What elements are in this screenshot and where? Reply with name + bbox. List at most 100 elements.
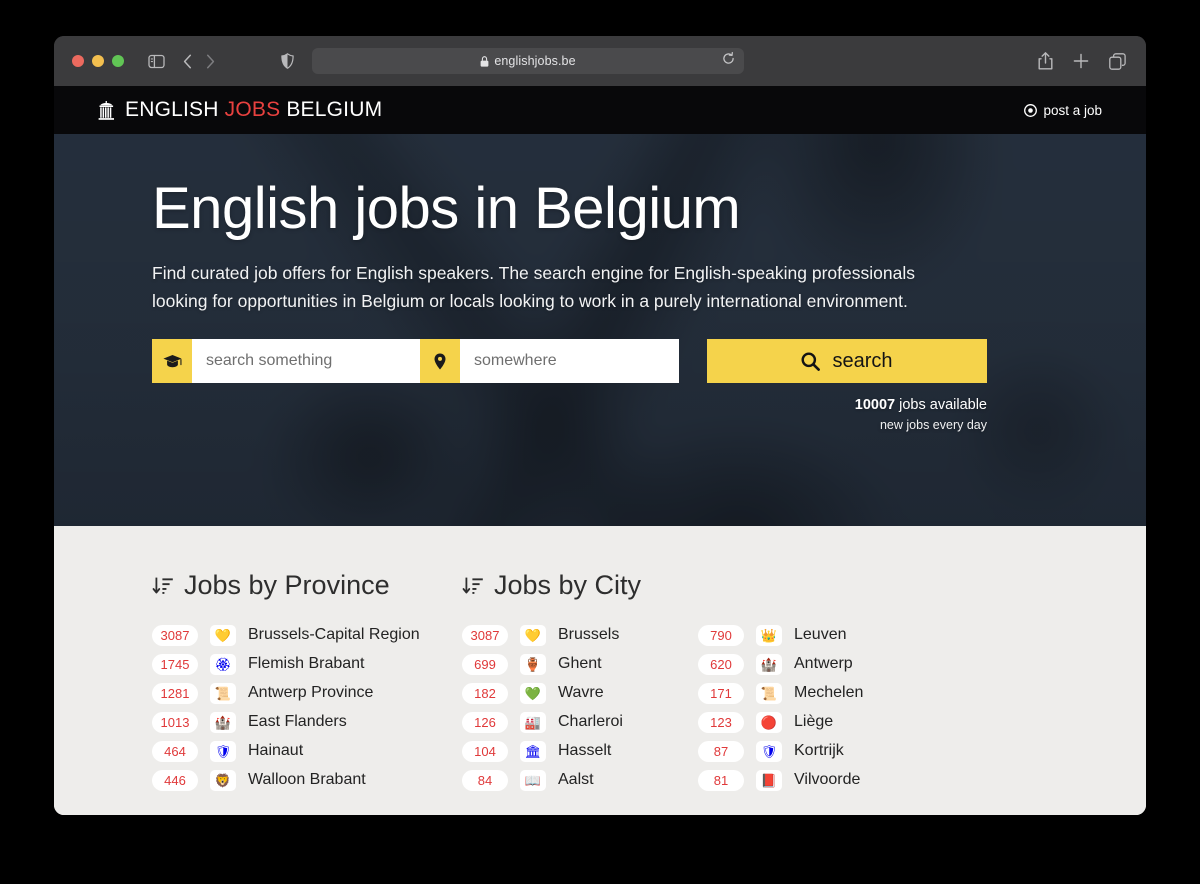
job-count-badge: 87 [698, 740, 744, 762]
job-count-badge: 790 [698, 624, 744, 646]
place-crest-icon: 📖 [520, 769, 546, 791]
site-logo-link[interactable]: ENGLISH JOBS BELGIUM [98, 98, 382, 122]
place-crest-icon: 📜 [756, 682, 782, 704]
province-list: 3087 💛 Brussels-Capital Region 1745 🏵 Flemish… [152, 623, 462, 792]
list-item[interactable]: 446 🦁 Walloon Brabant [152, 768, 462, 792]
job-count-badge: 104 [462, 740, 508, 762]
list-item[interactable]: 104 🏛 Hasselt [462, 739, 698, 763]
place-crest-icon: 📜 [210, 682, 236, 704]
heading-province-label: Jobs by Province [184, 570, 390, 600]
privacy-shield-icon[interactable] [281, 53, 294, 69]
search-submit-column: search 10007 jobs available new jobs eve… [707, 339, 987, 432]
share-icon[interactable] [1038, 52, 1053, 70]
list-item[interactable]: 3087 💛 Brussels-Capital Region [152, 623, 462, 647]
address-bar[interactable]: englishjobs.be [312, 48, 744, 74]
list-item[interactable]: 123 🔴 Liège [698, 710, 934, 734]
location-input[interactable] [460, 339, 679, 384]
list-item[interactable]: 171 📜 Mechelen [698, 681, 934, 705]
list-item[interactable]: 1013 🏰 East Flanders [152, 710, 462, 734]
back-button[interactable] [183, 54, 192, 69]
city-name: Mechelen [794, 684, 864, 701]
lock-icon [480, 55, 489, 67]
list-item[interactable]: 182 💚 Wavre [462, 681, 698, 705]
toolbar-right-actions [1038, 52, 1132, 70]
city-name: Liège [794, 713, 834, 730]
place-crest-icon: 🏰 [756, 653, 782, 675]
hero-section: English jobs in Belgium Find curated job… [54, 134, 1146, 526]
site-navbar: ENGLISH JOBS BELGIUM post a job [54, 86, 1146, 134]
brand-word-belgium: BELGIUM [286, 98, 383, 121]
job-count-badge: 464 [152, 740, 198, 762]
city-name: Antwerp [794, 655, 853, 672]
city-name: Leuven [794, 626, 847, 643]
province-name: Antwerp Province [248, 684, 374, 701]
job-count-badge: 171 [698, 682, 744, 704]
city-list-column-2: 790 👑 Leuven 620 🏰 Antwerp 171 📜 Mechelen 123 🔴 Liè… [698, 623, 934, 792]
page-viewport: ENGLISH JOBS BELGIUM post a job English … [54, 86, 1146, 815]
site-brand-text: ENGLISH JOBS BELGIUM [125, 98, 382, 122]
city-name: Hasselt [558, 742, 612, 759]
forward-button[interactable] [206, 54, 215, 69]
list-item[interactable]: 81 📕 Vilvoorde [698, 768, 934, 792]
province-name: Hainaut [248, 742, 304, 759]
job-count-badge: 620 [698, 653, 744, 675]
window-controls [72, 55, 124, 67]
list-item[interactable]: 699 🏺 Ghent [462, 652, 698, 676]
job-count-badge: 3087 [152, 624, 198, 646]
heading-jobs-by-province: Jobs by Province [152, 570, 462, 601]
job-count-badge: 1281 [152, 682, 198, 704]
jobs-count: 10007 [854, 397, 896, 414]
province-name: Walloon Brabant [248, 771, 366, 788]
sidebar-toggle-icon[interactable] [148, 54, 165, 69]
maximize-window-button[interactable] [112, 55, 124, 67]
search-icon [801, 352, 821, 371]
location-field [420, 339, 679, 384]
url-text: englishjobs.be [494, 54, 576, 68]
list-item[interactable]: 84 📖 Aalst [462, 768, 698, 792]
list-item[interactable]: 1745 🏵 Flemish Brabant [152, 652, 462, 676]
city-name: Wavre [558, 684, 604, 701]
close-window-button[interactable] [72, 55, 84, 67]
heading-jobs-by-city: Jobs by City [462, 570, 641, 601]
city-name: Kortrijk [794, 742, 844, 759]
jobs-available-text: 10007 jobs available [855, 397, 987, 413]
job-count-badge: 123 [698, 711, 744, 733]
map-pin-icon [420, 339, 460, 384]
monument-building-icon [98, 100, 115, 120]
lists-body: 3087 💛 Brussels-Capital Region 1745 🏵 Flemish… [152, 623, 1102, 792]
list-item[interactable]: 126 🏭 Charleroi [462, 710, 698, 734]
place-crest-icon: 💛 [210, 624, 236, 646]
place-crest-icon: 📕 [756, 769, 782, 791]
tab-overview-icon[interactable] [1109, 52, 1126, 70]
list-item[interactable]: 3087 💛 Brussels [462, 623, 698, 647]
search-keyword-field [152, 339, 427, 384]
city-name: Aalst [558, 771, 594, 788]
post-a-job-label: post a job [1043, 102, 1102, 118]
job-count-badge: 81 [698, 769, 744, 791]
list-item[interactable]: 87 🛡 Kortrijk [698, 739, 934, 763]
job-count-badge: 3087 [462, 624, 508, 646]
province-name: East Flanders [248, 713, 347, 730]
search-button-label: search [832, 349, 893, 372]
post-a-job-link[interactable]: post a job [1024, 103, 1102, 118]
place-crest-icon: 🏭 [520, 711, 546, 733]
plus-icon[interactable] [1073, 53, 1089, 69]
list-item[interactable]: 464 🛡 Hainaut [152, 739, 462, 763]
reload-icon[interactable] [722, 52, 735, 70]
minimize-window-button[interactable] [92, 55, 104, 67]
place-crest-icon: 🛡 [756, 740, 782, 762]
search-input[interactable] [192, 339, 427, 384]
browser-window: englishjobs.be ENGLISH JOBS BELGIUM post… [54, 36, 1146, 815]
place-crest-icon: 🏵 [210, 653, 236, 675]
jobs-lists-section: Jobs by Province Jobs by City 3087 💛 Bru… [54, 526, 1146, 815]
list-item[interactable]: 620 🏰 Antwerp [698, 652, 934, 676]
brand-word-english: ENGLISH [125, 98, 219, 121]
job-count-badge: 1745 [152, 653, 198, 675]
jobs-tagline: new jobs every day [879, 418, 987, 433]
search-button[interactable]: search [707, 339, 987, 384]
city-name: Ghent [558, 655, 602, 672]
list-item[interactable]: 1281 📜 Antwerp Province [152, 681, 462, 705]
list-item[interactable]: 790 👑 Leuven [698, 623, 934, 647]
place-crest-icon: 🛡 [210, 740, 236, 762]
search-form: search 10007 jobs available new jobs eve… [152, 339, 1102, 432]
